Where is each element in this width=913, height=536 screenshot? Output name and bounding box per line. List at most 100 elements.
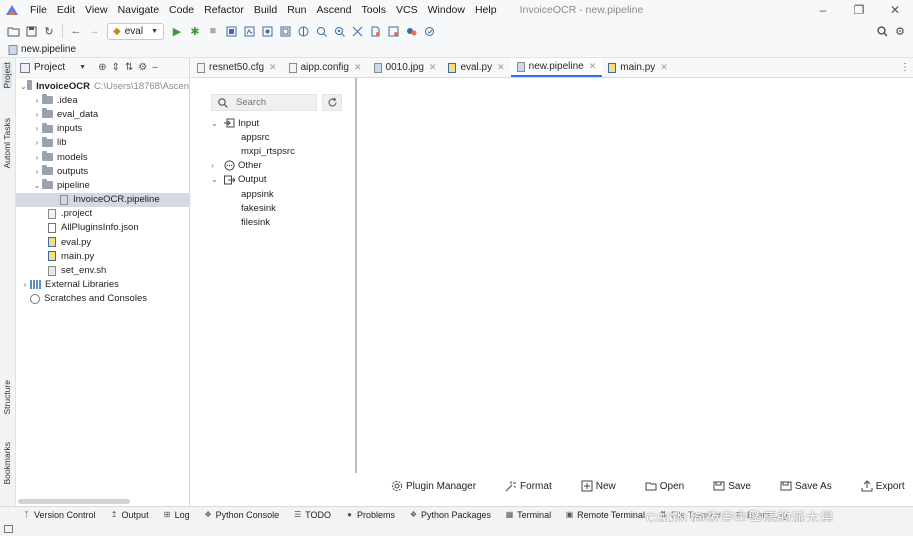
menu-tools[interactable]: Tools — [357, 4, 392, 16]
close-icon[interactable]: ✕ — [354, 62, 362, 73]
locate-file-icon[interactable]: ⊕ — [98, 62, 106, 73]
tree-folder[interactable]: › .idea — [16, 93, 189, 107]
tool-python-console[interactable]: ❖ Python Console — [204, 510, 280, 520]
menu-help[interactable]: Help — [470, 4, 502, 16]
project-view-selector[interactable]: Project — [34, 62, 65, 73]
ascend-tool-5-icon[interactable] — [294, 22, 312, 40]
collapse-all-icon[interactable]: ⇅ — [125, 62, 133, 73]
tab-0010-jpg[interactable]: 0010.jpg ✕ — [368, 58, 443, 77]
plugin-group-input[interactable]: ⌄ Input — [211, 116, 295, 130]
tree-file[interactable]: main.py — [16, 249, 189, 263]
menu-build[interactable]: Build — [249, 4, 282, 16]
tree-external-libraries[interactable]: › External Libraries — [16, 278, 189, 292]
hide-icon[interactable]: – — [152, 62, 158, 73]
chevron-right-icon[interactable]: › — [211, 161, 223, 170]
tool-version-control[interactable]: ᛉ Version Control — [22, 510, 95, 520]
tree-scratches[interactable]: Scratches and Consoles — [16, 292, 189, 306]
pipeline-canvas[interactable] — [359, 78, 913, 473]
run-config-selector[interactable]: ◆ eval ▼ — [107, 22, 164, 40]
tool-todo[interactable]: ☰ TODO — [293, 510, 331, 520]
menu-edit[interactable]: Edit — [52, 4, 80, 16]
plugin-item-mxpi-rtspsrc[interactable]: mxpi_rtspsrc — [211, 144, 295, 158]
chevron-right-icon[interactable]: › — [32, 124, 42, 133]
ascend-tool-11-icon[interactable] — [402, 22, 420, 40]
plugin-item-filesink[interactable]: filesink — [211, 215, 295, 229]
more-options-icon[interactable]: ⋮ — [897, 58, 913, 77]
expand-all-icon[interactable]: ⇕ — [111, 62, 119, 73]
run-icon[interactable]: ▶ — [168, 22, 186, 40]
tool-python-packages[interactable]: ❖ Python Packages — [409, 510, 491, 520]
ascend-tool-3-icon[interactable] — [258, 22, 276, 40]
close-icon[interactable]: ✕ — [429, 62, 437, 73]
bookmarks-tool-tab[interactable]: Bookmarks — [2, 442, 12, 485]
tool-remote-terminal[interactable]: ▣ Remote Terminal — [565, 510, 645, 520]
menu-code[interactable]: Code — [164, 4, 199, 16]
close-icon[interactable]: ✕ — [877, 0, 913, 20]
tree-folder[interactable]: › eval_data — [16, 107, 189, 121]
chevron-right-icon[interactable]: › — [32, 138, 42, 147]
gear-icon[interactable]: ⚙ — [138, 62, 147, 73]
open-button[interactable]: Open — [645, 480, 684, 492]
tree-file[interactable]: AllPluginsInfo.json — [16, 221, 189, 235]
save-all-icon[interactable] — [22, 22, 40, 40]
project-tool-tab[interactable]: Project — [2, 62, 12, 89]
tab-new-pipeline[interactable]: new.pipeline ✕ — [510, 58, 603, 77]
structure-tool-tab[interactable]: Structure — [2, 380, 12, 415]
menu-vcs[interactable]: VCS — [391, 4, 423, 16]
chevron-right-icon[interactable]: › — [20, 280, 30, 289]
tool-log[interactable]: ⊞ Log — [163, 510, 190, 520]
ascend-tool-12-icon[interactable] — [420, 22, 438, 40]
close-icon[interactable]: ✕ — [589, 61, 597, 72]
ascend-tool-6-icon[interactable] — [312, 22, 330, 40]
breadcrumb-file[interactable]: new.pipeline — [21, 44, 76, 55]
open-folder-icon[interactable] — [4, 22, 22, 40]
chevron-down-icon[interactable]: ⌄ — [20, 82, 27, 91]
chevron-right-icon[interactable]: › — [32, 167, 42, 176]
gear-icon[interactable]: ⚙ — [891, 22, 909, 40]
chevron-right-icon[interactable]: › — [32, 96, 42, 105]
stop-icon[interactable]: ■ — [204, 22, 222, 40]
tab-resnet50-cfg[interactable]: resnet50.cfg ✕ — [191, 58, 283, 77]
tree-folder[interactable]: › inputs — [16, 122, 189, 136]
ascend-tool-8-icon[interactable] — [348, 22, 366, 40]
menu-run[interactable]: Run — [282, 4, 311, 16]
chevron-right-icon[interactable]: › — [32, 110, 42, 119]
plugin-search-input[interactable] — [236, 97, 316, 108]
restore-icon[interactable]: ❐ — [841, 0, 877, 20]
close-icon[interactable]: ✕ — [660, 62, 668, 73]
menu-navigate[interactable]: Navigate — [113, 4, 164, 16]
automl-tasks-tool-tab[interactable]: Automl Tasks — [2, 118, 12, 168]
menu-window[interactable]: Window — [423, 4, 470, 16]
tree-folder[interactable]: › lib — [16, 136, 189, 150]
plugin-item-appsink[interactable]: appsink — [211, 187, 295, 201]
minimize-icon[interactable]: – — [805, 0, 841, 20]
ascend-tool-2-icon[interactable] — [240, 22, 258, 40]
tool-problems[interactable]: ● Problems — [345, 510, 395, 520]
menu-refactor[interactable]: Refactor — [199, 4, 249, 16]
ascend-tool-1-icon[interactable] — [222, 22, 240, 40]
tree-file-selected[interactable]: InvoiceOCR.pipeline — [16, 192, 189, 207]
tree-folder[interactable]: › outputs — [16, 164, 189, 178]
menu-ascend[interactable]: Ascend — [311, 4, 356, 16]
tool-terminal[interactable]: ▦ Terminal — [505, 510, 551, 520]
save-as-button[interactable]: Save As — [780, 480, 832, 492]
tree-folder[interactable]: › models — [16, 150, 189, 164]
tree-file[interactable]: set_env.sh — [16, 263, 189, 277]
debug-icon[interactable]: ✱ — [186, 22, 204, 40]
plugin-item-appsrc[interactable]: appsrc — [211, 130, 295, 144]
chevron-down-icon[interactable]: ⌄ — [32, 181, 42, 190]
close-icon[interactable]: ✕ — [269, 62, 277, 73]
chevron-right-icon[interactable]: › — [32, 153, 42, 162]
back-arrow-icon[interactable]: ← — [67, 22, 85, 40]
chevron-down-icon[interactable]: ⌄ — [211, 119, 223, 128]
plugin-item-fakesink[interactable]: fakesink — [211, 201, 295, 215]
plugin-search-box[interactable] — [211, 94, 317, 111]
plugin-manager-button[interactable]: Plugin Manager — [391, 480, 476, 492]
plugin-group-other[interactable]: › Other — [211, 159, 295, 173]
refresh-button[interactable] — [322, 94, 342, 111]
forward-arrow-icon[interactable]: → — [85, 22, 103, 40]
ascend-tool-7-icon[interactable] — [330, 22, 348, 40]
tree-file[interactable]: .project — [16, 207, 189, 221]
search-icon[interactable] — [873, 22, 891, 40]
menu-file[interactable]: File — [25, 4, 52, 16]
